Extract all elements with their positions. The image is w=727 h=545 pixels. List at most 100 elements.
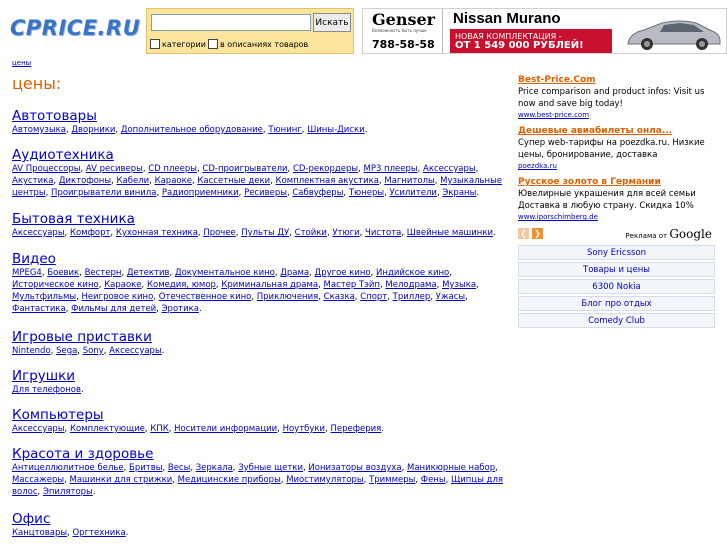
- category-link[interactable]: Неигровое кино: [82, 292, 154, 302]
- tag-link[interactable]: Sony Ericsson: [518, 245, 715, 260]
- category-link[interactable]: Спорт: [360, 292, 387, 302]
- category-link[interactable]: Караоке: [155, 176, 192, 186]
- category-link[interactable]: MPEG4: [12, 268, 42, 278]
- genser-ad[interactable]: Genser Возможность быть лучше 788-58-58: [363, 9, 443, 53]
- category-title[interactable]: Офис: [12, 511, 50, 527]
- category-link[interactable]: Фильмы для детей: [71, 304, 156, 314]
- category-link[interactable]: Диктофоны: [59, 176, 111, 186]
- ad-url[interactable]: www.best-price.com: [518, 110, 718, 120]
- category-link[interactable]: Документальное кино: [175, 268, 275, 278]
- category-link[interactable]: Переферия: [331, 424, 382, 434]
- category-link[interactable]: Антицеллюлитное белье: [12, 463, 124, 473]
- category-link[interactable]: Массажеры: [12, 475, 64, 485]
- category-link[interactable]: Канцтовары: [12, 528, 67, 538]
- category-link[interactable]: CD-проигрыватели: [202, 164, 287, 174]
- chevron-left-icon[interactable]: ❮: [518, 228, 529, 239]
- descriptions-checkbox[interactable]: [208, 39, 218, 49]
- category-link[interactable]: Машинки для стрижки: [70, 475, 173, 485]
- category-link[interactable]: Радиоприемники: [162, 188, 239, 198]
- category-link[interactable]: Дополнительное оборудование: [121, 125, 263, 135]
- category-link[interactable]: Аксессуары: [109, 346, 162, 356]
- category-title[interactable]: Бытовая техника: [12, 211, 135, 227]
- category-link[interactable]: Автомузыка: [12, 125, 66, 135]
- category-link[interactable]: Ресиверы: [244, 188, 287, 198]
- category-link[interactable]: Кабели: [116, 176, 149, 186]
- category-link[interactable]: Медицинские приборы: [178, 475, 281, 485]
- ad-title[interactable]: Дешевые авиабилеты онла...: [518, 125, 718, 137]
- category-link[interactable]: Отечественное кино: [159, 292, 252, 302]
- tag-link[interactable]: Comedy Club: [518, 313, 715, 328]
- tag-link[interactable]: Товары и цены: [518, 262, 715, 277]
- category-link[interactable]: Шины-Диски: [307, 125, 364, 135]
- category-link[interactable]: Sega: [56, 346, 77, 356]
- category-link[interactable]: Сабвуферы: [292, 188, 343, 198]
- chevron-right-icon[interactable]: ❯: [532, 228, 543, 239]
- category-link[interactable]: Аксессуары: [423, 164, 476, 174]
- category-title[interactable]: Аудиотехника: [12, 147, 114, 163]
- category-link[interactable]: Музыка: [442, 280, 476, 290]
- category-link[interactable]: Кухонная техника: [116, 228, 198, 238]
- category-link[interactable]: Аксессуары: [12, 424, 65, 434]
- categories-checkbox[interactable]: [150, 39, 160, 49]
- category-link[interactable]: Маникюрные набор: [407, 463, 495, 473]
- category-link[interactable]: Швейные машинки: [407, 228, 493, 238]
- category-link[interactable]: Караоке: [104, 280, 141, 290]
- category-title[interactable]: Игрушки: [12, 368, 75, 384]
- category-link[interactable]: Аксессуары: [12, 228, 65, 238]
- category-link[interactable]: Комплектующие: [70, 424, 145, 434]
- category-title[interactable]: Автотовары: [12, 108, 97, 124]
- category-title[interactable]: Игровые приставки: [12, 329, 152, 345]
- top-banner[interactable]: Genser Возможность быть лучше 788-58-58 …: [362, 8, 727, 54]
- category-link[interactable]: Бритвы: [129, 463, 162, 473]
- ads-by-google[interactable]: Реклама от Google: [625, 227, 712, 241]
- category-link[interactable]: Ноутбуки: [283, 424, 326, 434]
- category-link[interactable]: Стойки: [295, 228, 327, 238]
- categories-checkbox-row[interactable]: категории: [150, 39, 206, 49]
- category-link[interactable]: CD плееры: [148, 164, 197, 174]
- tag-link[interactable]: 6300 Nokia: [518, 279, 715, 294]
- breadcrumb[interactable]: цены: [12, 59, 31, 67]
- category-link[interactable]: Чистота: [365, 228, 401, 238]
- search-button[interactable]: Искать: [313, 13, 351, 32]
- category-link[interactable]: Другое кино: [315, 268, 371, 278]
- category-link[interactable]: Детектив: [127, 268, 170, 278]
- category-link[interactable]: Дворники: [71, 125, 115, 135]
- category-link[interactable]: Оргтехника: [72, 528, 125, 538]
- category-link[interactable]: Пульты ДУ: [241, 228, 289, 238]
- category-link[interactable]: Весы: [168, 463, 190, 473]
- category-link[interactable]: Комфорт: [70, 228, 110, 238]
- category-link[interactable]: Криминальная драма: [221, 280, 318, 290]
- ad-url[interactable]: www.iporschimberg.de: [518, 212, 718, 222]
- category-link[interactable]: Утюги: [332, 228, 359, 238]
- category-link[interactable]: Sony: [83, 346, 104, 356]
- category-title[interactable]: Компьютеры: [12, 407, 104, 423]
- category-link[interactable]: Носители информации: [174, 424, 277, 434]
- category-link[interactable]: Экраны: [442, 188, 476, 198]
- category-link[interactable]: Зеркала: [196, 463, 233, 473]
- category-link[interactable]: Nintendo: [12, 346, 51, 356]
- category-link[interactable]: Триллер: [393, 292, 431, 302]
- category-link[interactable]: Мастер Тэйп: [324, 280, 380, 290]
- category-link[interactable]: Эротика: [162, 304, 199, 314]
- category-link[interactable]: Для телефонов: [12, 385, 81, 395]
- category-link[interactable]: Комедия, юмор: [147, 280, 216, 290]
- category-link[interactable]: Фантастика: [12, 304, 66, 314]
- category-link[interactable]: Прочее: [203, 228, 235, 238]
- category-link[interactable]: Вестерн: [85, 268, 122, 278]
- category-link[interactable]: Эпиляторы: [43, 487, 93, 497]
- tag-link[interactable]: Блог про отдых: [518, 296, 715, 311]
- category-title[interactable]: Видео: [12, 251, 56, 267]
- category-link[interactable]: Ионизаторы воздуха: [308, 463, 401, 473]
- ad-url[interactable]: poezdka.ru: [518, 161, 718, 171]
- category-link[interactable]: MP3 плееры: [363, 164, 417, 174]
- category-link[interactable]: CD-рекордеры: [293, 164, 358, 174]
- category-link[interactable]: Тюнинг: [268, 125, 301, 135]
- category-link[interactable]: Акустика: [12, 176, 53, 186]
- search-input[interactable]: [151, 14, 311, 31]
- category-link[interactable]: Усилители: [389, 188, 436, 198]
- ad-title[interactable]: Русское золото в Германии: [518, 176, 718, 188]
- category-link[interactable]: Миостимуляторы: [286, 475, 363, 485]
- category-link[interactable]: Мультфильмы: [12, 292, 76, 302]
- descriptions-checkbox-row[interactable]: в описаниях товаров: [208, 39, 308, 49]
- category-link[interactable]: Кассетные деки: [197, 176, 270, 186]
